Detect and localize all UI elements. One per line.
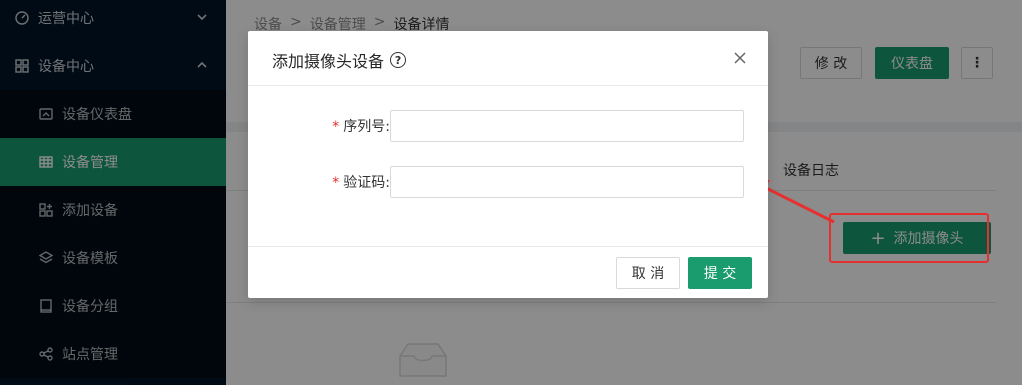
- help-circle-icon[interactable]: ?: [390, 52, 407, 68]
- verification-code-input[interactable]: [390, 166, 744, 198]
- required-mark: *: [332, 175, 340, 191]
- submit-button[interactable]: 提 交: [688, 257, 752, 289]
- close-icon[interactable]: [732, 50, 748, 66]
- modal-title-text: 添加摄像头设备: [272, 52, 385, 71]
- modal-header: 添加摄像头设备 ?: [248, 31, 768, 86]
- label-text: 验证码: [343, 175, 386, 191]
- form-row-serial: * 序列号:: [248, 110, 768, 142]
- annotation-highlight-box: [829, 213, 989, 263]
- add-camera-modal: 添加摄像头设备 ? * 序列号: * 验证码: 取 消 提 交: [248, 31, 768, 298]
- modal-footer: 取 消 提 交: [248, 246, 768, 298]
- modal-title: 添加摄像头设备 ?: [272, 48, 407, 72]
- serial-number-input[interactable]: [390, 110, 744, 142]
- verification-code-label: * 验证码:: [332, 172, 390, 192]
- cancel-button[interactable]: 取 消: [616, 257, 680, 289]
- form-row-verify-code: * 验证码:: [248, 166, 768, 198]
- required-mark: *: [332, 119, 340, 135]
- serial-number-label: * 序列号:: [332, 116, 390, 136]
- label-text: 序列号: [343, 119, 386, 135]
